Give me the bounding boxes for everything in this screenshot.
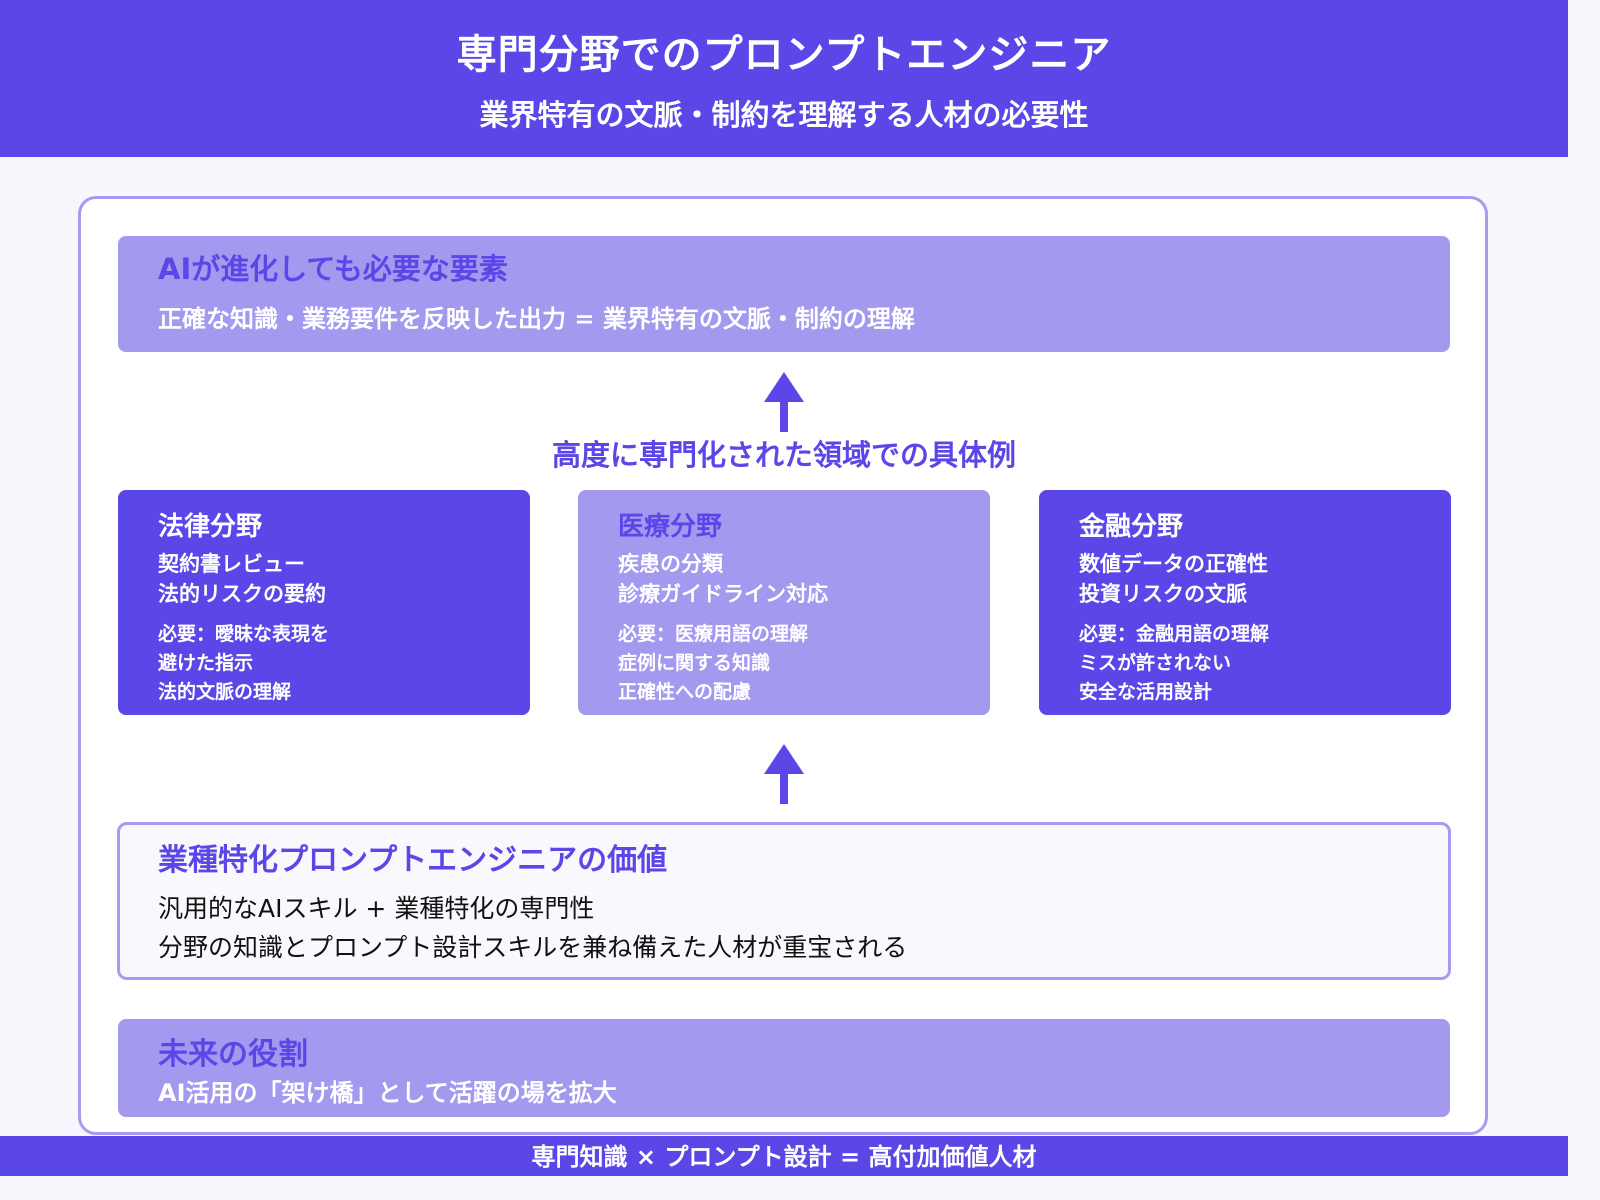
value-heading: 業種特化プロンプトエンジニアの価値 — [158, 843, 668, 878]
card-legal-need: 避けた指示 — [158, 652, 254, 674]
header-banner: 専門分野でのプロンプトエンジニア 業界特有の文脈・制約を理解する人材の必要性 — [0, 0, 1568, 157]
value-box: 業種特化プロンプトエンジニアの価値 汎用的なAIスキル + 業種特化の専門性 分… — [117, 822, 1451, 980]
page-title: 専門分野でのプロンプトエンジニア — [456, 32, 1112, 78]
card-legal-line: 契約書レビュー — [158, 552, 305, 576]
card-legal-need: 必要：曖昧な表現を — [158, 623, 330, 645]
footer-banner: 専門知識 × プロンプト設計 = 高付加価値人材 — [0, 1136, 1568, 1176]
card-legal-need: 法的文脈の理解 — [158, 681, 292, 703]
value-line: 分野の知識とプロンプト設計スキルを兼ね備えた人材が重宝される — [158, 933, 908, 962]
card-legal: 法律分野 契約書レビュー 法的リスクの要約 必要：曖昧な表現を 避けた指示 法的… — [118, 490, 530, 715]
future-role-box: 未来の役割 AI活用の「架け橋」として活躍の場を拡大 — [118, 1019, 1450, 1117]
examples-title: 高度に専門化された領域での具体例 — [551, 438, 1016, 472]
card-medical-need: 正確性への配慮 — [618, 681, 752, 703]
up-arrow-icon — [764, 744, 804, 804]
card-finance-title: 金融分野 — [1079, 512, 1184, 542]
card-medical: 医療分野 疾患の分類 診療ガイドライン対応 必要：医療用語の理解 症例に関する知… — [578, 490, 990, 715]
card-finance-need: 必要：金融用語の理解 — [1079, 623, 1270, 645]
card-medical-line: 診療ガイドライン対応 — [618, 582, 828, 606]
page-subtitle: 業界特有の文脈・制約を理解する人材の必要性 — [479, 98, 1089, 132]
card-medical-line: 疾患の分類 — [618, 552, 723, 576]
card-medical-need: 必要：医療用語の理解 — [618, 623, 809, 645]
card-legal-line: 法的リスクの要約 — [158, 582, 326, 606]
card-finance-line: 投資リスクの文脈 — [1079, 582, 1247, 606]
card-medical-title: 医療分野 — [618, 512, 723, 542]
value-line: 汎用的なAIスキル + 業種特化の専門性 — [158, 894, 595, 923]
card-finance: 金融分野 数値データの正確性 投資リスクの文脈 必要：金融用語の理解 ミスが許さ… — [1039, 490, 1451, 715]
card-finance-need: ミスが許されない — [1079, 652, 1232, 674]
future-role-text: AI活用の「架け橋」として活躍の場を拡大 — [158, 1079, 617, 1107]
up-arrow-icon — [764, 372, 804, 432]
card-legal-title: 法律分野 — [158, 512, 263, 542]
card-finance-line: 数値データの正確性 — [1079, 552, 1268, 576]
card-finance-need: 安全な活用設計 — [1079, 681, 1213, 703]
essential-elements-heading: AIが進化しても必要な要素 — [158, 252, 508, 286]
card-medical-need: 症例に関する知識 — [618, 652, 771, 674]
essential-elements-text: 正確な知識・業務要件を反映した出力 = 業界特有の文脈・制約の理解 — [158, 305, 915, 333]
future-role-heading: 未来の役割 — [158, 1037, 308, 1072]
